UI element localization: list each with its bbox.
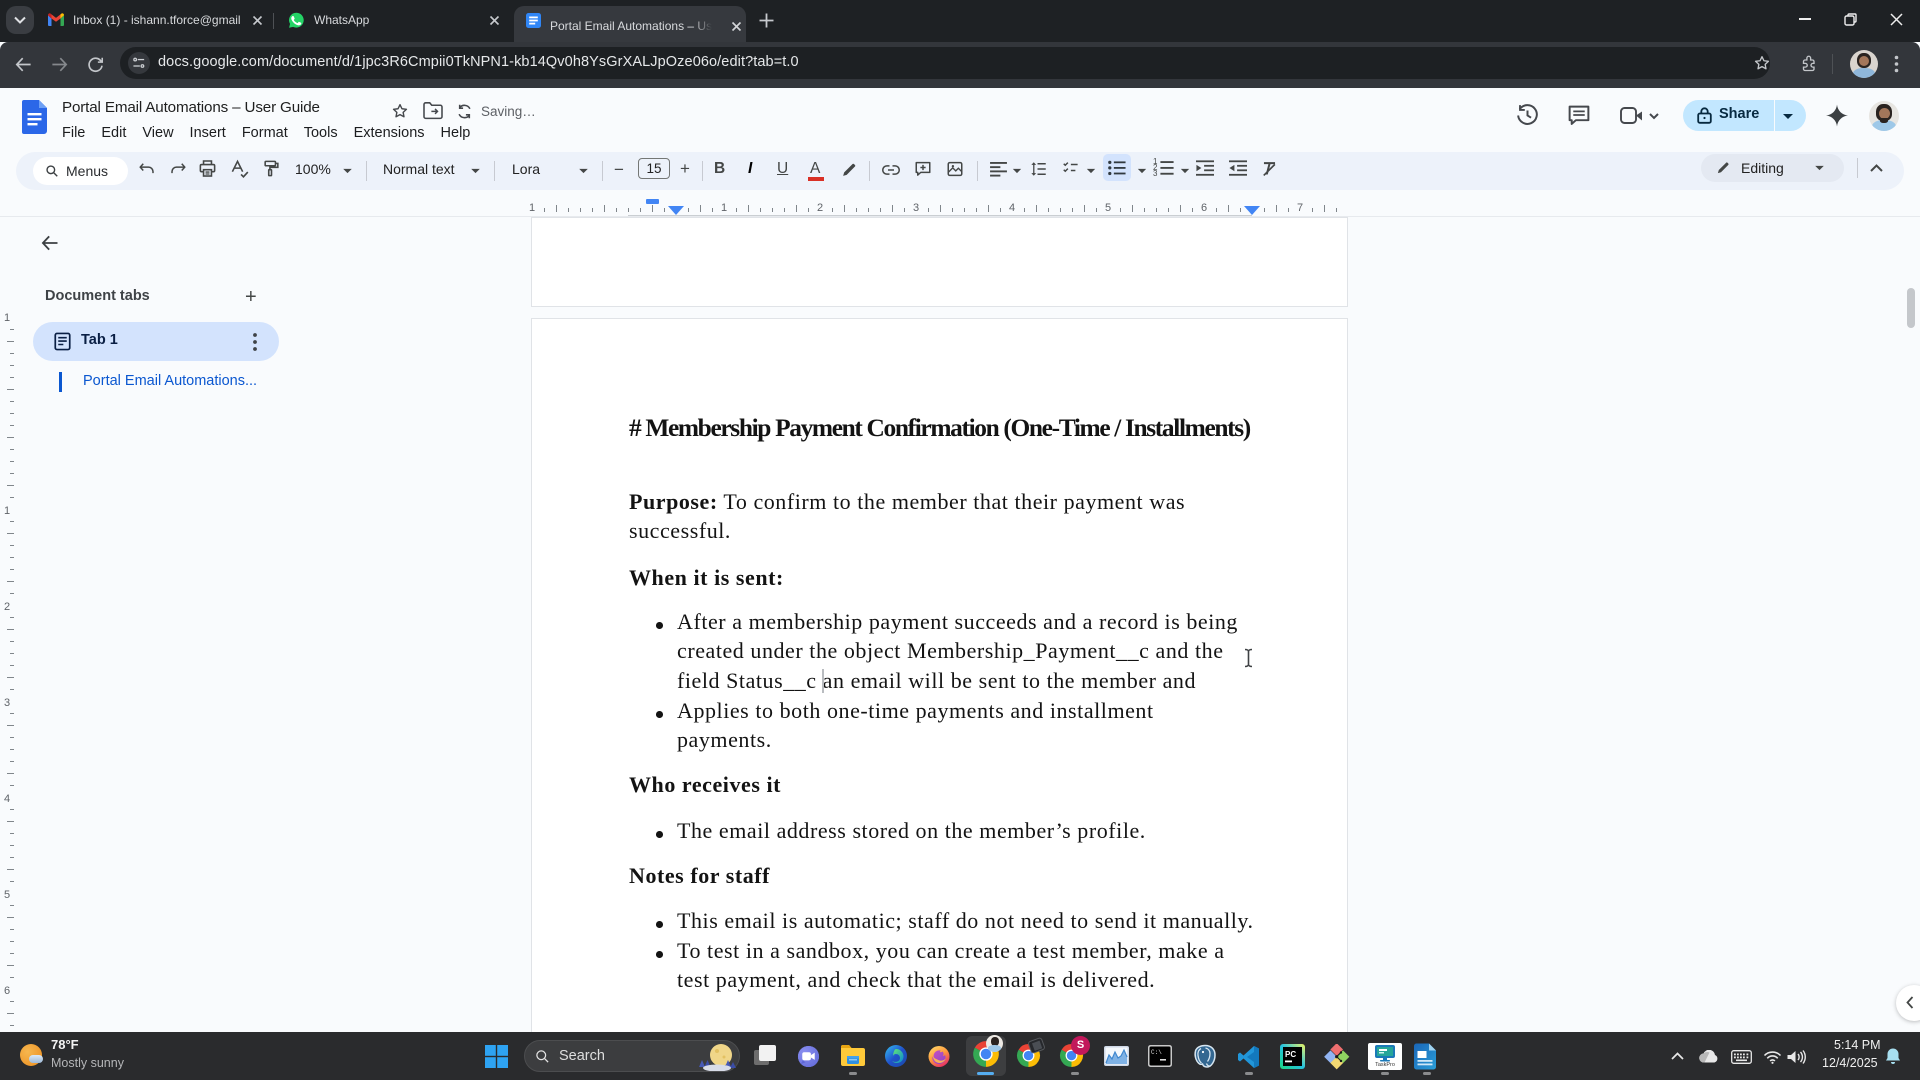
svg-text:C:\: C:\ — [1151, 1049, 1162, 1056]
svg-text:PC: PC — [1285, 1050, 1296, 1059]
